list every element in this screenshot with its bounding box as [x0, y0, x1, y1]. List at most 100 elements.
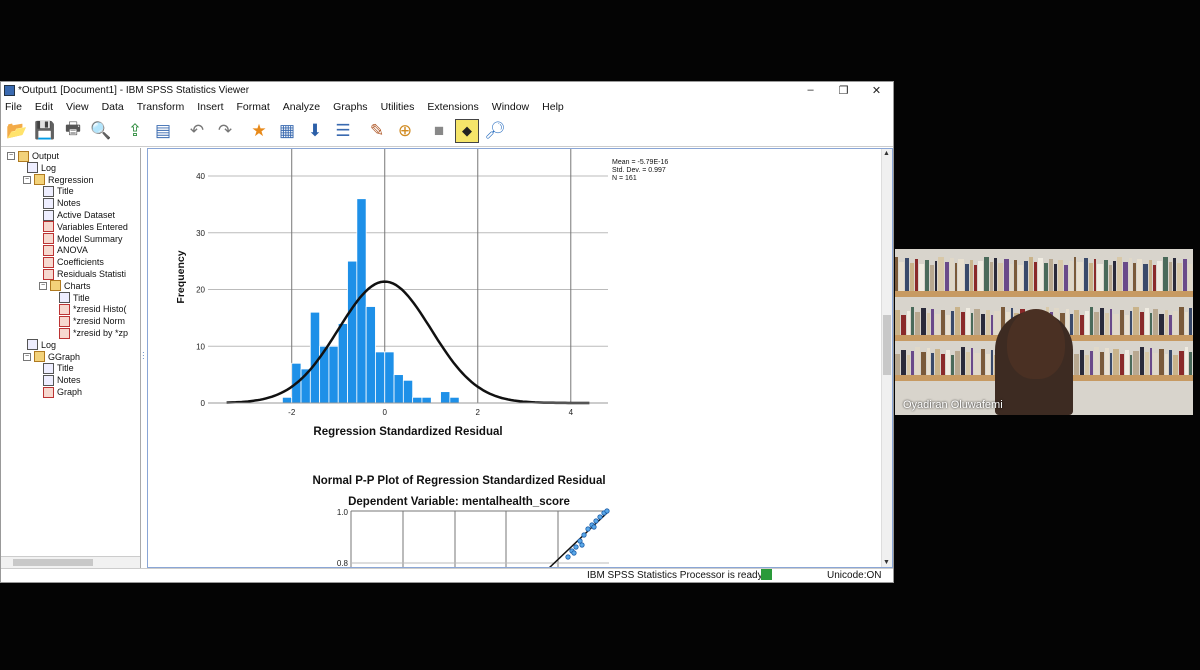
menu-file[interactable]: File	[5, 101, 22, 113]
book	[931, 309, 934, 335]
book	[966, 352, 970, 375]
goto-variable-icon[interactable]: ⬇	[303, 119, 327, 143]
outline-item[interactable]: Log	[27, 339, 56, 351]
x-axis-label: Regression Standardized Residual	[313, 426, 502, 438]
outline-item[interactable]: *zresid by *zp	[59, 327, 128, 339]
book	[960, 347, 966, 375]
goto-case-icon[interactable]: ▦	[275, 119, 299, 143]
unicode-status: Unicode:ON	[827, 570, 882, 581]
video-participant-tile[interactable]: Oyadiran Oluwafemi	[895, 249, 1193, 415]
outline-item[interactable]: − Charts	[39, 280, 91, 292]
scroll-down-icon[interactable]: ▼	[883, 559, 890, 566]
outline-item[interactable]: *zresid Norm	[59, 315, 125, 327]
outline-item[interactable]: Model Summary	[43, 233, 123, 245]
book	[970, 313, 974, 335]
create-title-icon[interactable]: ✎	[365, 119, 389, 143]
y-tick-label: 40	[196, 172, 205, 181]
outline-item[interactable]: − Regression	[23, 174, 94, 186]
book	[911, 351, 914, 375]
print-preview-icon[interactable]: 🔍	[89, 119, 113, 143]
menu-help[interactable]: Help	[542, 101, 564, 113]
outline-item[interactable]: ANOVA	[43, 244, 88, 256]
book	[958, 259, 964, 291]
book	[1057, 260, 1063, 291]
document-icon	[43, 362, 54, 374]
book	[895, 354, 901, 375]
outline-item[interactable]: Notes	[43, 374, 81, 386]
book	[914, 347, 921, 375]
scroll-thumb[interactable]	[13, 559, 93, 566]
outline-item-label: Variables Entered	[57, 221, 128, 232]
scroll-thumb[interactable]	[883, 315, 891, 375]
outline-item[interactable]: Title	[59, 292, 90, 304]
collapse-toggle-icon[interactable]: −	[7, 152, 15, 160]
outline-item-label: Graph	[57, 387, 83, 397]
outline-item[interactable]: Coefficients	[43, 256, 104, 268]
close-button[interactable]: ✕	[860, 84, 893, 97]
book	[1117, 257, 1123, 291]
open-icon[interactable]: 📂	[5, 119, 29, 143]
book	[895, 310, 901, 335]
export-icon[interactable]: ⇪	[123, 119, 147, 143]
outline-item[interactable]: Log	[27, 162, 56, 174]
redo-icon[interactable]: ↷	[213, 119, 237, 143]
x-tick-label: 0	[383, 408, 388, 417]
book	[1093, 259, 1097, 291]
scroll-up-icon[interactable]: ▲	[883, 150, 890, 157]
goto-data-icon[interactable]: ★	[247, 119, 271, 143]
minimize-button[interactable]: –	[794, 84, 827, 97]
print-icon[interactable]: 🖶	[61, 119, 85, 143]
menu-window[interactable]: Window	[492, 101, 529, 113]
menu-data[interactable]: Data	[102, 101, 124, 113]
maximize-button[interactable]: ❐	[827, 84, 860, 97]
collapse-toggle-icon[interactable]: −	[23, 352, 31, 361]
outline-item-label: Residuals Statisti	[57, 269, 127, 279]
chart-table-icon	[43, 221, 54, 233]
outline-item-label: Coefficients	[57, 257, 104, 268]
menu-edit[interactable]: Edit	[35, 101, 53, 113]
outline-item[interactable]: Notes	[43, 197, 81, 209]
book	[1017, 265, 1024, 291]
histogram-bar	[393, 374, 404, 404]
vertical-scrollbar[interactable]: ▲ ▼	[881, 149, 892, 567]
outline-horizontal-scrollbar[interactable]	[1, 556, 140, 568]
outline-item[interactable]: − GGraph	[23, 351, 80, 363]
stats-legend-text: Std. Dev. = 0.997	[612, 167, 666, 174]
outline-item[interactable]: − Output	[7, 150, 59, 162]
book	[1149, 348, 1153, 375]
menu-insert[interactable]: Insert	[197, 101, 223, 113]
collapse-toggle-icon[interactable]: −	[23, 175, 31, 184]
outline-item[interactable]: Title	[43, 185, 74, 197]
book	[1164, 354, 1169, 375]
outline-item[interactable]: Graph	[43, 386, 82, 398]
outline-item[interactable]: Variables Entered	[43, 221, 128, 233]
book	[901, 350, 906, 375]
insert-output-icon[interactable]: ⊕	[393, 119, 417, 143]
variables-icon[interactable]: ☰	[331, 119, 355, 143]
outline-item[interactable]: Active Dataset	[43, 209, 115, 221]
hide-icon[interactable]: ■	[427, 119, 451, 143]
book	[1109, 353, 1113, 375]
save-icon[interactable]: 💾	[33, 119, 57, 143]
pp-point	[585, 526, 591, 532]
outline-item[interactable]: Residuals Statisti	[43, 268, 126, 280]
menu-graphs[interactable]: Graphs	[333, 101, 367, 113]
menu-utilities[interactable]: Utilities	[381, 101, 415, 113]
undo-icon[interactable]: ↶	[185, 119, 209, 143]
menu-extensions[interactable]: Extensions	[427, 101, 478, 113]
book	[1009, 264, 1014, 291]
book	[978, 261, 984, 291]
outline-item[interactable]: Title	[43, 362, 74, 374]
outline-item[interactable]: *zresid Histo(	[59, 303, 127, 315]
find-icon[interactable]: 🔎︎	[483, 119, 507, 143]
menu-format[interactable]: Format	[237, 101, 270, 113]
pane-splitter[interactable]: · · ·	[142, 349, 145, 363]
menu-view[interactable]: View	[66, 101, 89, 113]
book	[1153, 353, 1159, 375]
show-icon[interactable]: ◆	[455, 118, 479, 143]
recall-dialog-icon[interactable]: ▤	[151, 119, 175, 143]
menu-transform[interactable]: Transform	[137, 101, 184, 113]
collapse-toggle-icon[interactable]: −	[39, 281, 47, 290]
book	[986, 310, 990, 335]
menu-analyze[interactable]: Analyze	[283, 101, 320, 113]
